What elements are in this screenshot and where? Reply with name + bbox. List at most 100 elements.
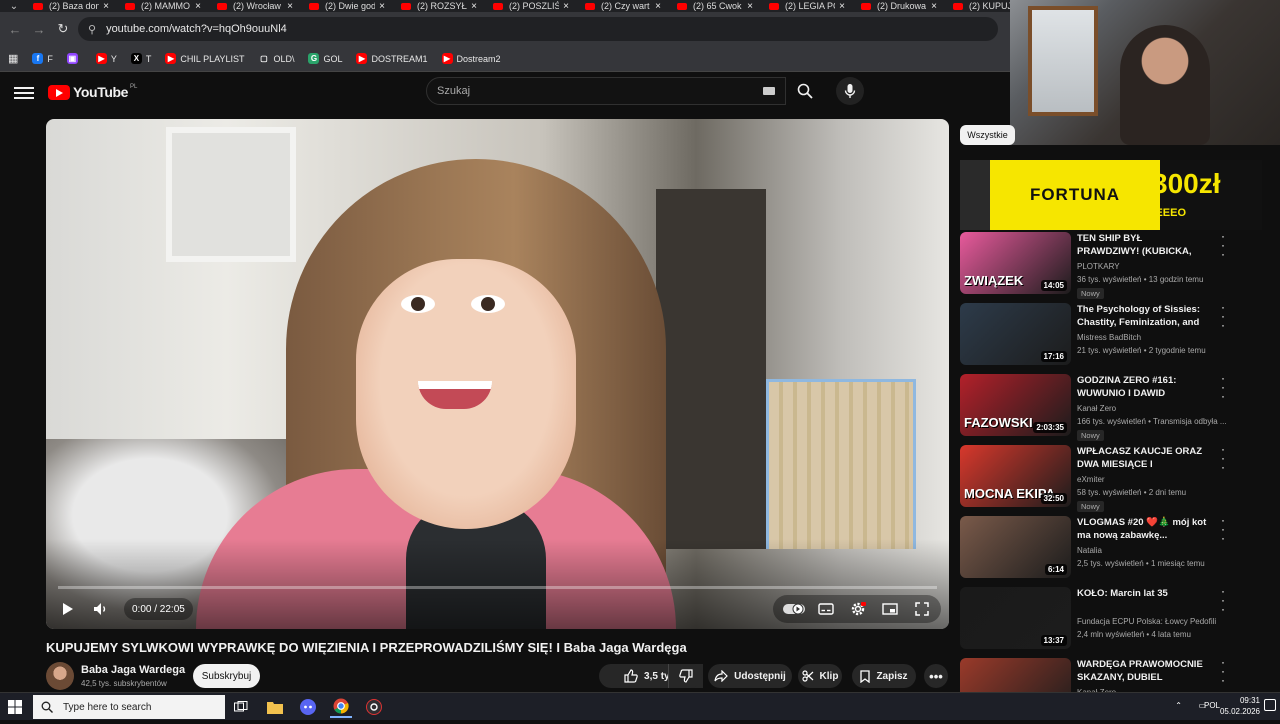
tray-chevron-icon[interactable]: ⌃: [1175, 701, 1182, 710]
recommended-video[interactable]: FAZOWSKI 2:03:35 GODZINA ZERO #161: WUWUNI…: [960, 372, 1280, 441]
bookmark-item[interactable]: ▶ Y: [95, 53, 117, 64]
browser-tab[interactable]: (2) LEGIA PC ×: [769, 0, 857, 12]
video-player[interactable]: 0:00 / 22:05: [46, 119, 949, 629]
youtube-logo[interactable]: YouTube PL: [48, 84, 137, 100]
recommended-channel-name[interactable]: eXmiter: [1077, 475, 1105, 484]
recommended-channel-name[interactable]: Natalia: [1077, 546, 1102, 555]
bookmark-item[interactable]: G GOL: [308, 53, 342, 64]
recommended-video[interactable]: 13:37 KOŁO: Marcin lat 35 Fundacja ECPU Po…: [960, 585, 1280, 653]
close-tab-icon[interactable]: ×: [191, 1, 205, 12]
bookmark-item[interactable]: ▣: [66, 53, 82, 64]
miniplayer-button[interactable]: [878, 597, 902, 621]
subtitles-button[interactable]: [814, 597, 838, 621]
close-tab-icon[interactable]: ×: [467, 1, 481, 12]
recommended-channel-name[interactable]: PLOTKARY: [1077, 262, 1120, 271]
recommended-video-title[interactable]: WPŁACASZ KAUCJE ORAZ DWA MIESIĄCE I MIES…: [1077, 445, 1207, 473]
more-vertical-icon[interactable]: · · ·: [1218, 585, 1228, 615]
recommended-channel-name[interactable]: Fundacja ECPU Polska: Łowcy Pedofili: [1077, 617, 1216, 626]
settings-button[interactable]: [846, 597, 870, 621]
video-thumbnail[interactable]: MOCNA EKIPA 32:50: [960, 445, 1071, 507]
back-arrow-icon[interactable]: ←: [3, 22, 27, 37]
video-thumbnail[interactable]: ZWIĄZEK 14:05: [960, 232, 1071, 294]
browser-tab[interactable]: (2) MAMMO ×: [125, 0, 213, 12]
file-explorer-icon[interactable]: [264, 696, 286, 718]
video-thumbnail[interactable]: 6:14: [960, 516, 1071, 578]
recommended-video-title[interactable]: GODZINA ZERO #161: WUWUNIO I DAWID FAZOW…: [1077, 374, 1207, 402]
close-tab-icon[interactable]: ×: [651, 1, 665, 12]
more-vertical-icon[interactable]: · · ·: [1218, 372, 1228, 402]
recommended-video[interactable]: 6:14 VLOGMAS #20 ❤️🎄 mój kot ma nową zaba…: [960, 514, 1280, 582]
recommended-channel-name[interactable]: Kanał Zero: [1077, 404, 1116, 413]
recommended-video-title[interactable]: WARDĘGA PRAWOMOCNIE SKAZANY, DUBIEL TRIU…: [1077, 658, 1207, 686]
reload-icon[interactable]: ↻: [51, 21, 75, 37]
browser-tab[interactable]: (2) 65 Cwok ×: [677, 0, 765, 12]
search-input[interactable]: Szukaj: [426, 77, 786, 105]
close-tab-icon[interactable]: ×: [743, 1, 757, 12]
close-tab-icon[interactable]: ×: [375, 1, 389, 12]
browser-tab[interactable]: (2) Czy wart ×: [585, 0, 673, 12]
filter-chip-all[interactable]: Wszystkie: [960, 125, 1015, 145]
tab-search-chevron-icon[interactable]: ⌄: [0, 0, 28, 12]
bookmark-item[interactable]: ▶ Dostream2: [441, 53, 501, 64]
close-tab-icon[interactable]: ×: [283, 1, 297, 12]
more-actions-button[interactable]: •••: [924, 664, 948, 688]
video-thumbnail[interactable]: FAZOWSKI 2:03:35: [960, 374, 1071, 436]
save-button[interactable]: Zapisz: [852, 664, 916, 688]
share-button[interactable]: Udostępnij: [708, 664, 792, 688]
more-vertical-icon[interactable]: · · ·: [1218, 514, 1228, 544]
recommended-video[interactable]: ZWIĄZEK 14:05 TEN SHIP BYŁ PRAWDZIWY! (KUB…: [960, 230, 1280, 299]
more-vertical-icon[interactable]: · · ·: [1218, 443, 1228, 473]
recommended-video-title[interactable]: VLOGMAS #20 ❤️🎄 mój kot ma nową zabawkę.…: [1077, 516, 1207, 542]
recommended-channel-name[interactable]: Mistress BadBitch: [1077, 333, 1141, 342]
chrome-icon[interactable]: [330, 696, 352, 718]
close-tab-icon[interactable]: ×: [559, 1, 573, 12]
recommended-video-title[interactable]: KOŁO: Marcin lat 35: [1077, 587, 1207, 600]
video-thumbnail[interactable]: 13:37: [960, 587, 1071, 649]
fullscreen-button[interactable]: [910, 597, 934, 621]
taskbar-search-input[interactable]: Type here to search: [33, 695, 225, 719]
apps-grid-icon[interactable]: ▦: [8, 52, 18, 65]
close-tab-icon[interactable]: ×: [99, 1, 113, 12]
bookmark-item[interactable]: ▶ CHIL PLAYLIST: [165, 53, 244, 64]
bookmark-item[interactable]: fF: [32, 53, 53, 64]
dislike-button[interactable]: [668, 664, 702, 688]
task-view-icon[interactable]: [230, 696, 252, 718]
notification-icon[interactable]: [1264, 699, 1276, 711]
channel-name[interactable]: Baba Jaga Wardega: [81, 664, 185, 676]
recommended-video[interactable]: 17:16 The Psychology of Sissies: Chastity…: [960, 301, 1280, 369]
browser-tab[interactable]: (2) Dwie god ×: [309, 0, 397, 12]
recommended-video-title[interactable]: TEN SHIP BYŁ PRAWDZIWY! (KUBICKA, WIENIA…: [1077, 232, 1207, 260]
recommended-video[interactable]: MOCNA EKIPA 32:50 WPŁACASZ KAUCJE ORAZ DWA…: [960, 443, 1280, 512]
voice-search-button[interactable]: [836, 77, 864, 105]
discord-icon[interactable]: [297, 696, 319, 718]
forward-arrow-icon[interactable]: →: [27, 22, 51, 37]
language-indicator[interactable]: POL: [1204, 701, 1220, 710]
video-thumbnail[interactable]: 17:16: [960, 303, 1071, 365]
browser-tab[interactable]: (2) Wrocław ×: [217, 0, 305, 12]
windows-start-icon[interactable]: [8, 700, 22, 714]
site-info-icon[interactable]: ⚲: [88, 23, 96, 36]
channel-avatar[interactable]: [46, 662, 74, 690]
keyboard-icon[interactable]: [763, 87, 775, 95]
obs-icon[interactable]: [363, 696, 385, 718]
browser-tab[interactable]: (2) Baza don ×: [33, 0, 121, 12]
menu-hamburger-icon[interactable]: [14, 84, 34, 100]
bookmark-item[interactable]: ▢ OLD\: [258, 53, 294, 64]
close-tab-icon[interactable]: ×: [927, 1, 941, 12]
recommended-video-title[interactable]: The Psychology of Sissies: Chastity, Fem…: [1077, 303, 1207, 331]
clip-button[interactable]: Klip: [798, 664, 842, 688]
more-vertical-icon[interactable]: · · ·: [1218, 656, 1228, 686]
close-tab-icon[interactable]: ×: [835, 1, 849, 12]
play-button[interactable]: [58, 597, 78, 621]
search-button[interactable]: [786, 77, 824, 105]
browser-tab[interactable]: (2) Drukowa ×: [861, 0, 949, 12]
ad-banner[interactable]: FORTUNA 300zł WE FREEEO: [960, 160, 1262, 230]
address-bar[interactable]: ⚲ youtube.com/watch?v=hqOh9ouuNl4: [78, 17, 998, 41]
subscribe-button[interactable]: Subskrybuj: [193, 664, 260, 688]
autoplay-toggle[interactable]: [782, 597, 806, 621]
bookmark-item[interactable]: XT: [130, 53, 151, 64]
browser-tab[interactable]: (2) POSZLIŚ ×: [493, 0, 581, 12]
bookmark-item[interactable]: ▶ DOSTREAM1: [356, 53, 428, 64]
mute-button[interactable]: [90, 597, 112, 621]
more-vertical-icon[interactable]: · · ·: [1218, 230, 1228, 260]
